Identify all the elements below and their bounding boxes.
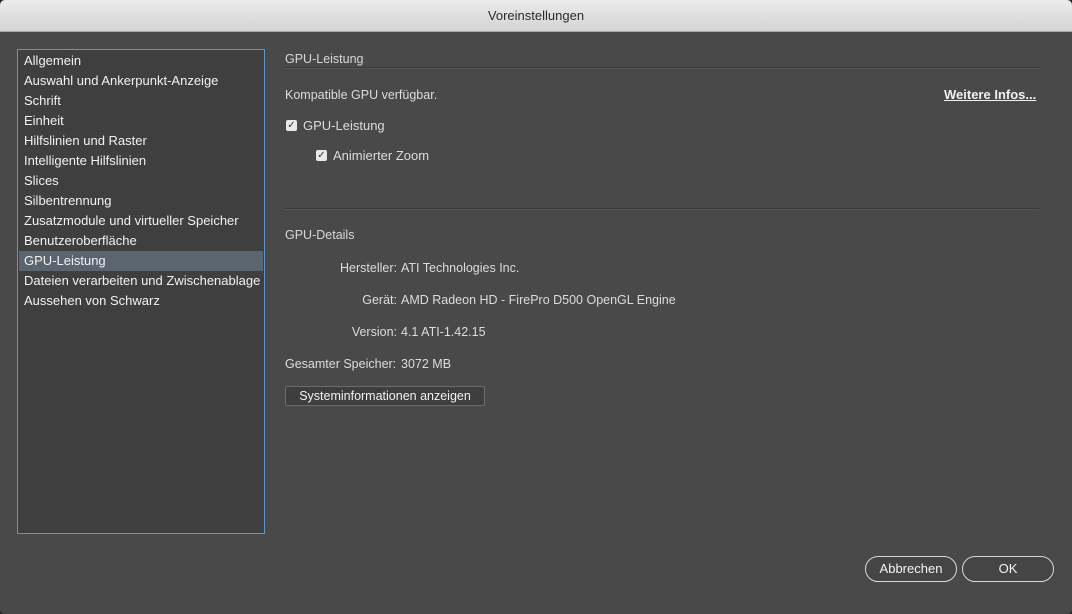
- sidebar-item-hilfslinien[interactable]: Hilfslinien und Raster: [19, 131, 263, 151]
- vendor-value: ATI Technologies Inc.: [401, 261, 520, 275]
- sidebar-item-allgemein[interactable]: Allgemein: [19, 51, 263, 71]
- gpu-status-text: Kompatible GPU verfügbar.: [285, 88, 438, 102]
- title-bar[interactable]: Voreinstellungen: [0, 0, 1072, 32]
- more-info-link[interactable]: Weitere Infos...: [944, 87, 1036, 102]
- sidebar-item-gpu-leistung[interactable]: GPU-Leistung: [19, 251, 263, 271]
- sidebar-item-einheit[interactable]: Einheit: [19, 111, 263, 131]
- device-value: AMD Radeon HD - FirePro D500 OpenGL Engi…: [401, 293, 676, 307]
- sidebar-item-benutzeroberflaeche[interactable]: Benutzeroberfläche: [19, 231, 263, 251]
- sidebar-item-silbentrennung[interactable]: Silbentrennung: [19, 191, 263, 211]
- vendor-label: Hersteller:: [340, 261, 397, 275]
- animated-zoom-checkbox[interactable]: ✓: [316, 150, 327, 161]
- cancel-button[interactable]: Abbrechen: [865, 556, 957, 582]
- sidebar-item-auswahl[interactable]: Auswahl und Ankerpunkt-Anzeige: [19, 71, 263, 91]
- version-label: Version:: [351, 325, 397, 339]
- sidebar-item-schrift[interactable]: Schrift: [19, 91, 263, 111]
- gpu-section-title: GPU-Leistung: [285, 52, 364, 66]
- section-divider: [285, 67, 1039, 69]
- memory-label: Gesamter Speicher:: [285, 357, 397, 371]
- device-label: Gerät:: [362, 293, 397, 307]
- version-value: 4.1 ATI-1.42.15: [401, 325, 486, 339]
- sidebar-item-intelligente-hilfslinien[interactable]: Intelligente Hilfslinien: [19, 151, 263, 171]
- checkmark-icon: ✓: [317, 150, 326, 161]
- preferences-dialog: Voreinstellungen Allgemein Auswahl und A…: [0, 0, 1072, 614]
- gpu-details-title: GPU-Details: [285, 228, 355, 242]
- window-title: Voreinstellungen: [487, 8, 585, 23]
- animated-zoom-label[interactable]: Animierter Zoom: [333, 148, 429, 163]
- ok-button[interactable]: OK: [962, 556, 1054, 582]
- sidebar-item-slices[interactable]: Slices: [19, 171, 263, 191]
- category-list[interactable]: Allgemein Auswahl und Ankerpunkt-Anzeige…: [17, 49, 265, 534]
- sidebar-item-dateien[interactable]: Dateien verarbeiten und Zwischenablage: [19, 271, 263, 291]
- gpu-performance-label[interactable]: GPU-Leistung: [303, 118, 385, 133]
- section-divider: [285, 208, 1039, 210]
- memory-value: 3072 MB: [401, 357, 452, 371]
- system-info-button[interactable]: Systeminformationen anzeigen: [285, 386, 485, 406]
- checkmark-icon: ✓: [287, 120, 296, 131]
- sidebar-item-aussehen-schwarz[interactable]: Aussehen von Schwarz: [19, 291, 263, 311]
- sidebar-item-zusatzmodule[interactable]: Zusatzmodule und virtueller Speicher: [19, 211, 263, 231]
- gpu-performance-checkbox[interactable]: ✓: [286, 120, 297, 131]
